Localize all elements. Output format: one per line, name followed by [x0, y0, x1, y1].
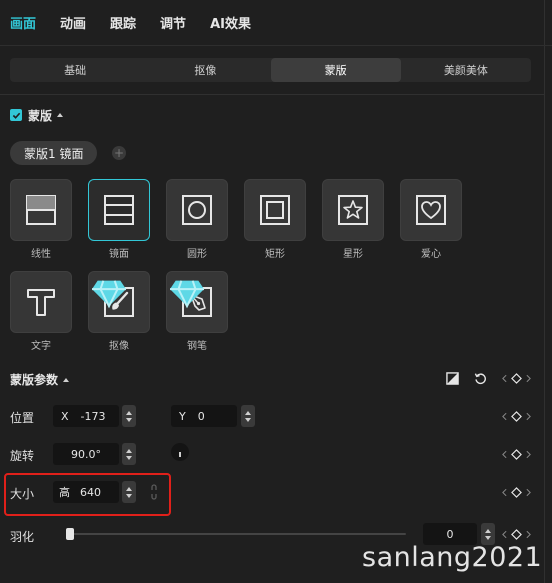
shape-circle[interactable]: 圆形 [166, 179, 228, 260]
keyframe-nav-position [500, 410, 532, 422]
reset-button[interactable] [472, 370, 488, 386]
shape-label: 线性 [31, 249, 51, 260]
mask-section-header: 蒙版 [10, 107, 64, 123]
position-y-stepper[interactable] [241, 405, 255, 427]
shape-label: 矩形 [265, 249, 285, 260]
position-x-value: -173 [80, 409, 106, 423]
circle-mask-icon [182, 195, 212, 225]
mask-params-header: 蒙版参数 [10, 371, 70, 388]
keyframe-diamond-icon[interactable] [510, 486, 522, 498]
tab-tracking[interactable]: 跟踪 [110, 13, 136, 32]
heart-mask-icon [416, 195, 446, 225]
next-keyframe-icon[interactable] [524, 528, 532, 540]
shape-text[interactable]: 文字 [10, 271, 72, 352]
subtab-beauty[interactable]: 美颜美体 [401, 58, 531, 82]
x-prefix: X [61, 409, 69, 423]
mask-params-title: 蒙版参数 [10, 373, 59, 387]
prev-keyframe-icon[interactable] [500, 448, 508, 460]
size-highlight-box [4, 473, 171, 516]
keyframe-diamond-icon[interactable] [510, 372, 522, 384]
shape-rectangle[interactable]: 矩形 [244, 179, 306, 260]
feather-value: 0 [446, 527, 454, 541]
next-keyframe-icon[interactable] [524, 372, 532, 384]
keyframe-nav-size [500, 486, 532, 498]
panel-right-border [544, 0, 545, 583]
shape-pen[interactable]: 钢笔 [166, 271, 228, 352]
check-icon [12, 112, 20, 119]
subtab-cutout[interactable]: 抠像 [140, 58, 270, 82]
shape-label: 爱心 [421, 249, 441, 260]
keyframe-nav-rotation [500, 448, 532, 460]
rotation-label: 旋转 [10, 449, 35, 463]
prev-keyframe-icon[interactable] [500, 528, 508, 540]
shape-label: 圆形 [187, 249, 207, 260]
rotation-field[interactable]: 90.0° [53, 443, 119, 465]
rotation-value: 90.0° [71, 447, 101, 461]
vip-diamond-icon [92, 280, 126, 309]
shape-star[interactable]: 星形 [322, 179, 384, 260]
shape-heart[interactable]: 爱心 [400, 179, 462, 260]
tab-adjust[interactable]: 调节 [160, 13, 186, 32]
keyframe-diamond-icon[interactable] [510, 410, 522, 422]
mask-enable-checkbox[interactable] [10, 109, 22, 121]
position-y-field[interactable]: Y 0 [171, 405, 237, 427]
shape-label: 文字 [31, 341, 51, 352]
shape-label: 星形 [343, 249, 363, 260]
shape-mirror[interactable]: 镜面 [88, 179, 150, 260]
keyframe-diamond-icon[interactable] [510, 528, 522, 540]
params-header-actions [444, 370, 488, 386]
feather-slider-track[interactable] [67, 533, 406, 535]
next-keyframe-icon[interactable] [524, 448, 532, 460]
prev-keyframe-icon[interactable] [500, 410, 508, 422]
rotation-stepper[interactable] [122, 443, 136, 465]
tab-canvas[interactable]: 画面 [10, 13, 36, 32]
rotation-dial[interactable] [171, 443, 189, 461]
keyframe-nav-params [500, 372, 532, 384]
vip-diamond-icon [170, 280, 204, 309]
position-x-field[interactable]: X -173 [53, 405, 119, 427]
sub-tab-bar: 基础 抠像 蒙版 美颜美体 [10, 58, 531, 82]
prev-keyframe-icon[interactable] [500, 486, 508, 498]
subtab-mask[interactable]: 蒙版 [270, 58, 401, 82]
mask-item-chip[interactable]: 蒙版1 镜面 [10, 141, 98, 165]
tab-ai-effects[interactable]: AI效果 [210, 13, 251, 32]
text-mask-icon [27, 289, 55, 316]
add-mask-button[interactable]: + [112, 146, 126, 160]
collapse-caret-icon[interactable] [57, 113, 64, 117]
mirror-mask-icon [104, 195, 134, 225]
next-keyframe-icon[interactable] [524, 410, 532, 422]
invert-mask-button[interactable] [444, 370, 460, 386]
star-mask-icon [338, 195, 368, 225]
feather-slider-thumb[interactable] [66, 528, 74, 540]
position-label: 位置 [10, 411, 35, 425]
collapse-caret-icon[interactable] [63, 377, 70, 382]
invert-icon [445, 371, 459, 385]
watermark-text: sanlang2021 [362, 542, 543, 573]
shape-brush[interactable]: 抠像 [88, 271, 150, 352]
keyframe-diamond-icon[interactable] [510, 448, 522, 460]
mask-section-title: 蒙版 [28, 108, 53, 123]
shape-label: 钢笔 [187, 341, 207, 352]
position-x-stepper[interactable] [122, 405, 136, 427]
y-prefix: Y [179, 409, 186, 423]
rectangle-mask-icon [260, 195, 290, 225]
shape-linear[interactable]: 线性 [10, 179, 72, 260]
top-tab-bar: 画面 动画 跟踪 调节 AI效果 [0, 0, 552, 46]
keyframe-nav-feather [500, 528, 532, 540]
subtab-basic[interactable]: 基础 [10, 58, 140, 82]
shape-label: 镜面 [109, 249, 129, 260]
section-divider [0, 94, 544, 95]
reset-icon [474, 372, 486, 384]
feather-label: 羽化 [10, 530, 35, 544]
linear-mask-icon [26, 195, 56, 225]
prev-keyframe-icon[interactable] [500, 372, 508, 384]
shape-label: 抠像 [109, 341, 129, 352]
tab-animation[interactable]: 动画 [60, 13, 86, 32]
next-keyframe-icon[interactable] [524, 486, 532, 498]
position-y-value: 0 [197, 409, 205, 423]
